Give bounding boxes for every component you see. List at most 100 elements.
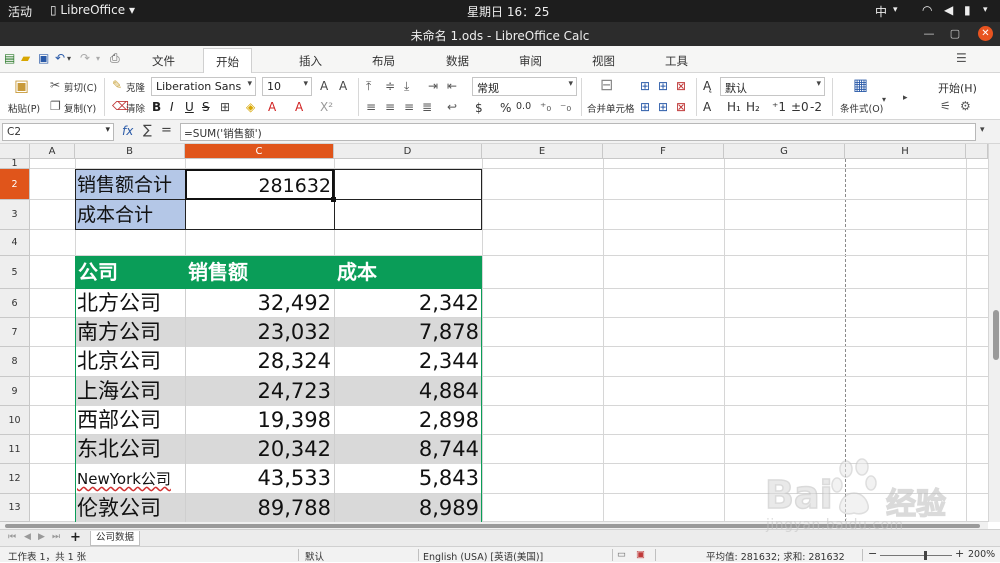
sales-value-cell[interactable]: 24,723 [188, 381, 331, 402]
chevron-down-icon[interactable]: ▾ [893, 5, 898, 15]
sales-value-cell[interactable]: 23,032 [188, 322, 331, 343]
column-header-b[interactable]: B [75, 144, 185, 159]
company-name-cell[interactable]: 上海公司 [77, 381, 161, 402]
clear-button[interactable]: 清除 [126, 101, 145, 115]
sales-total-label[interactable]: 销售额合计 [77, 176, 172, 195]
add-sheet-icon[interactable]: + [70, 530, 81, 545]
merge-cells-icon[interactable]: ⊟ [600, 77, 613, 93]
app-menu[interactable]: ▯ LibreOffice ▾ [50, 3, 135, 17]
insert-mode-icon[interactable]: ▭ [617, 549, 626, 560]
cut-button[interactable]: 剪切(C) [64, 80, 97, 94]
row-header-11[interactable]: 11 [0, 435, 30, 464]
row-header-1[interactable]: 1 [0, 159, 30, 169]
sales-value-cell[interactable]: 28,324 [188, 351, 331, 372]
chevron-right-icon[interactable]: ▸ [903, 91, 908, 105]
sales-value-cell[interactable]: 19,398 [188, 410, 331, 431]
zoom-slider[interactable] [880, 555, 952, 556]
battery-icon[interactable]: ▮ [964, 3, 971, 17]
shrink-font-icon[interactable]: A [339, 79, 347, 93]
copy-icon[interactable]: ❐ [50, 99, 61, 113]
default-style-icon[interactable]: A [703, 100, 711, 114]
table-header-cell[interactable]: 销售额 [188, 262, 248, 282]
column-header-e[interactable]: E [482, 144, 603, 159]
formula-input[interactable]: =SUM('销售额') [180, 123, 976, 141]
currency-button[interactable]: $ [475, 101, 483, 115]
selection-stats[interactable]: 平均值: 281632; 求和: 281632 [706, 549, 845, 563]
align-bottom-icon[interactable]: ⤓ [404, 79, 409, 93]
superscript-icon[interactable]: X² [320, 100, 333, 114]
font-name-select[interactable]: Liberation Sans ▾ [151, 77, 256, 96]
row-header-2[interactable]: 2 [0, 169, 30, 200]
font-size-select[interactable]: 10 ▾ [262, 77, 312, 96]
copy-button[interactable]: 复制(Y) [64, 101, 96, 115]
styles-icon[interactable]: Ą [703, 79, 711, 93]
column-header-h[interactable]: H [845, 144, 966, 159]
row-header-7[interactable]: 7 [0, 318, 30, 347]
conditional-format-button[interactable]: 条件式(O) [840, 101, 883, 115]
cost-value-cell[interactable]: 2,342 [337, 293, 479, 314]
sales-value-cell[interactable]: 20,342 [188, 439, 331, 460]
print-icon[interactable]: ⎙ [110, 51, 120, 65]
bold-icon[interactable]: B [152, 100, 161, 114]
delete-columns-icon[interactable]: ⊠ [676, 100, 686, 114]
sheet-tab-active[interactable]: 公司数据 [90, 531, 140, 546]
borders-icon[interactable]: ⊞ [220, 100, 230, 114]
cost-value-cell[interactable]: 8,744 [337, 439, 479, 460]
grow-font-icon[interactable]: A [320, 79, 328, 93]
tab-review[interactable]: 审阅 [519, 53, 542, 69]
cost-value-cell[interactable]: 5,843 [337, 468, 479, 489]
wrap-text-icon[interactable]: ↩ [447, 100, 457, 114]
close-icon[interactable]: ✕ [978, 26, 993, 41]
sales-total-value[interactable]: 281632 [190, 177, 331, 196]
paste-icon[interactable]: ▣ [14, 78, 29, 94]
clone-button[interactable]: 克隆 [126, 80, 145, 94]
cut-icon[interactable]: ✂ [50, 78, 60, 92]
insert-rows-below-icon[interactable]: ⊞ [658, 79, 668, 93]
row-header-6[interactable]: 6 [0, 289, 30, 318]
volume-icon[interactable]: ◀ [944, 3, 953, 17]
zoom-slider-thumb[interactable] [924, 551, 927, 560]
insert-columns-before-icon[interactable]: ⊞ [640, 100, 650, 114]
cost-value-cell[interactable]: 7,878 [337, 322, 479, 343]
indent-increase-icon[interactable]: ⇥ [428, 79, 438, 93]
remove-decimal-icon[interactable]: ⁻₀ [560, 100, 571, 114]
function-wizard-icon[interactable]: fx [122, 124, 133, 138]
row-header-3[interactable]: 3 [0, 200, 30, 230]
column-header-i[interactable] [966, 144, 988, 159]
row-header-13[interactable]: 13 [0, 494, 30, 522]
vertical-scroll-thumb[interactable] [993, 310, 999, 360]
cost-value-cell[interactable]: 2,344 [337, 351, 479, 372]
column-header-d[interactable]: D [334, 144, 482, 159]
column-header-c[interactable]: C [185, 144, 334, 159]
name-box[interactable]: C2 ▾ [2, 123, 114, 141]
open-folder-icon[interactable]: ▰ [21, 51, 30, 65]
zoom-level[interactable]: 200% [968, 549, 995, 560]
number-format-select[interactable]: 常规 ▾ [472, 77, 577, 96]
company-name-cell[interactable]: NewYork公司 [77, 472, 171, 487]
company-name-cell[interactable]: 北方公司 [77, 293, 161, 314]
tab-layout[interactable]: 布局 [372, 53, 395, 69]
tab-home[interactable]: 开始 [203, 48, 252, 74]
percent-button[interactable]: % [500, 101, 511, 115]
font-color-icon[interactable]: A [268, 100, 276, 114]
sales-value-cell[interactable]: 32,492 [188, 293, 331, 314]
page-style[interactable]: 默认 [305, 549, 324, 563]
redo-dropdown-icon[interactable]: ▾ [96, 52, 100, 66]
wifi-icon[interactable]: ◠ [922, 3, 932, 17]
table-header-cell[interactable]: 成本 [337, 262, 377, 282]
zoom-in-icon[interactable]: + [955, 547, 964, 560]
align-center-icon[interactable]: ≡ [385, 100, 395, 114]
heading1-icon[interactable]: H₁ [727, 100, 741, 114]
undo-dropdown-icon[interactable]: ▾ [67, 52, 71, 66]
expand-formula-icon[interactable]: ▾ [980, 125, 985, 135]
tab-insert[interactable]: 插入 [299, 53, 322, 69]
italic-icon[interactable]: I [170, 100, 174, 114]
sum-icon[interactable]: ∑ [143, 123, 152, 138]
underline-icon[interactable]: U [185, 100, 194, 114]
input-method-indicator[interactable]: 中 [875, 3, 887, 20]
tab-view[interactable]: 视图 [592, 53, 615, 69]
highlight-icon[interactable]: A [295, 100, 303, 114]
redo-icon[interactable]: ↷ [80, 51, 90, 65]
column-header-a[interactable]: A [30, 144, 75, 159]
good-style-icon[interactable]: ⁺1 [772, 100, 786, 114]
